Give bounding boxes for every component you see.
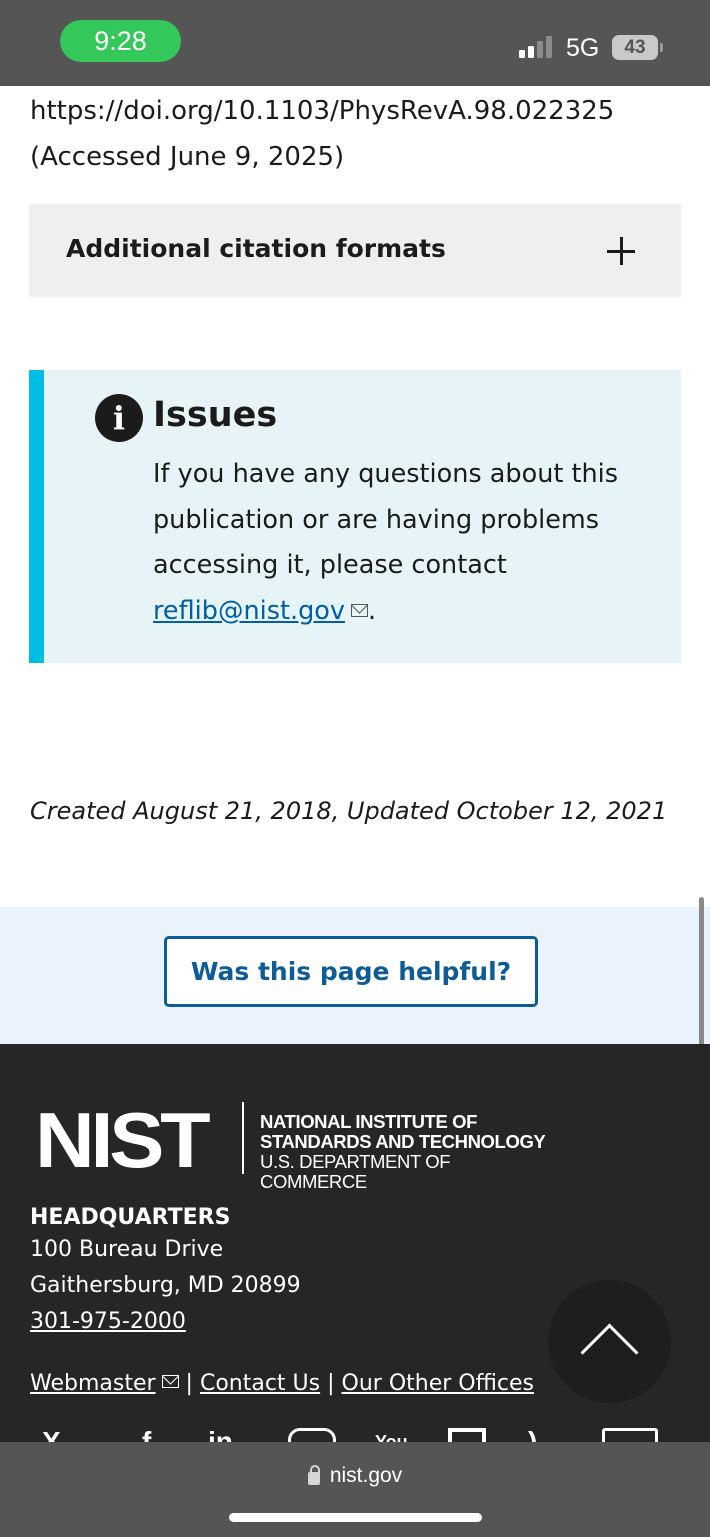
lock-icon — [307, 1464, 320, 1485]
phone-link[interactable]: 301-975-2000 — [30, 1309, 186, 1334]
feedback-band: Was this page helpful? — [0, 907, 710, 1044]
nist-wordmark: NIST — [35, 1096, 211, 1184]
link-separator: | — [185, 1371, 193, 1396]
headquarters-title: HEADQUARTERS — [30, 1205, 231, 1230]
back-to-top-button[interactable] — [548, 1280, 671, 1403]
alert-body: If you have any questions about this pub… — [153, 452, 668, 635]
site-footer: NIST NATIONAL INSTITUTE OF STANDARDS AND… — [0, 1044, 710, 1442]
facebook-icon[interactable]: f — [142, 1428, 151, 1442]
accordion-title: Additional citation formats — [66, 234, 446, 263]
logo-divider — [242, 1102, 244, 1174]
address-street: 100 Bureau Drive — [30, 1237, 224, 1262]
additional-citation-formats-accordion[interactable]: Additional citation formats — [29, 204, 681, 297]
browser-address-bar[interactable]: nist.gov — [0, 1442, 710, 1537]
x-icon[interactable]: X — [42, 1428, 61, 1442]
giphy-icon[interactable] — [448, 1428, 486, 1442]
rss-icon[interactable]: ) — [528, 1428, 537, 1442]
issues-alert: i Issues If you have any questions about… — [29, 370, 681, 663]
webmaster-link[interactable]: Webmaster — [30, 1371, 156, 1396]
signal-strength-icon — [519, 36, 555, 58]
page-dates: Created August 21, 2018, Updated October… — [30, 797, 668, 825]
agency-line2: STANDARDS AND TECHNOLOGY — [260, 1131, 546, 1152]
instagram-icon[interactable] — [288, 1428, 336, 1442]
battery-icon: 43 — [612, 35, 658, 60]
citation-text: https://doi.org/10.1103/PhysRevA.98.0223… — [30, 88, 614, 180]
external-email-icon — [350, 604, 368, 618]
email-icon[interactable] — [602, 1428, 658, 1442]
linkedin-icon[interactable]: in — [208, 1428, 233, 1442]
battery-tip — [660, 43, 663, 52]
url-text: nist.gov — [329, 1464, 403, 1487]
page-helpful-button[interactable]: Was this page helpful? — [164, 936, 538, 1007]
external-email-icon — [161, 1375, 179, 1388]
agency-name: NATIONAL INSTITUTE OF STANDARDS AND TECH… — [260, 1112, 555, 1192]
status-bar: 9:28 5G 43 — [0, 0, 710, 86]
doi-url: https://doi.org/10.1103/PhysRevA.98.0223… — [30, 96, 615, 126]
other-offices-link[interactable]: Our Other Offices — [342, 1371, 534, 1396]
contact-us-link[interactable]: Contact Us — [200, 1371, 320, 1396]
reflib-email-link[interactable]: reflib@nist.gov — [153, 596, 345, 626]
social-links: X f in You ) — [30, 1428, 680, 1442]
home-indicator[interactable] — [229, 1513, 482, 1522]
footer-links: Webmaster | Contact Us | Our Other Offic… — [30, 1371, 534, 1396]
youtube-icon[interactable]: You — [375, 1428, 408, 1442]
plus-icon[interactable] — [607, 237, 635, 265]
agency-line3: U.S. DEPARTMENT OF COMMERCE — [260, 1151, 451, 1192]
alert-heading: Issues — [153, 395, 278, 435]
link-separator: | — [327, 1371, 335, 1396]
url-display[interactable]: nist.gov — [0, 1464, 710, 1488]
alert-period: . — [367, 596, 377, 627]
agency-line1: NATIONAL INSTITUTE OF — [260, 1111, 478, 1132]
alert-body-text: If you have any questions about this pub… — [153, 459, 618, 581]
status-time: 9:28 — [60, 20, 181, 62]
nist-logo[interactable]: NIST NATIONAL INSTITUTE OF STANDARDS AND… — [35, 1096, 555, 1192]
accessed-date: (Accessed June 9, 2025) — [30, 142, 345, 172]
address-city: Gaithersburg, MD 20899 — [30, 1273, 301, 1298]
info-icon: i — [95, 394, 143, 442]
network-type: 5G — [566, 34, 600, 62]
